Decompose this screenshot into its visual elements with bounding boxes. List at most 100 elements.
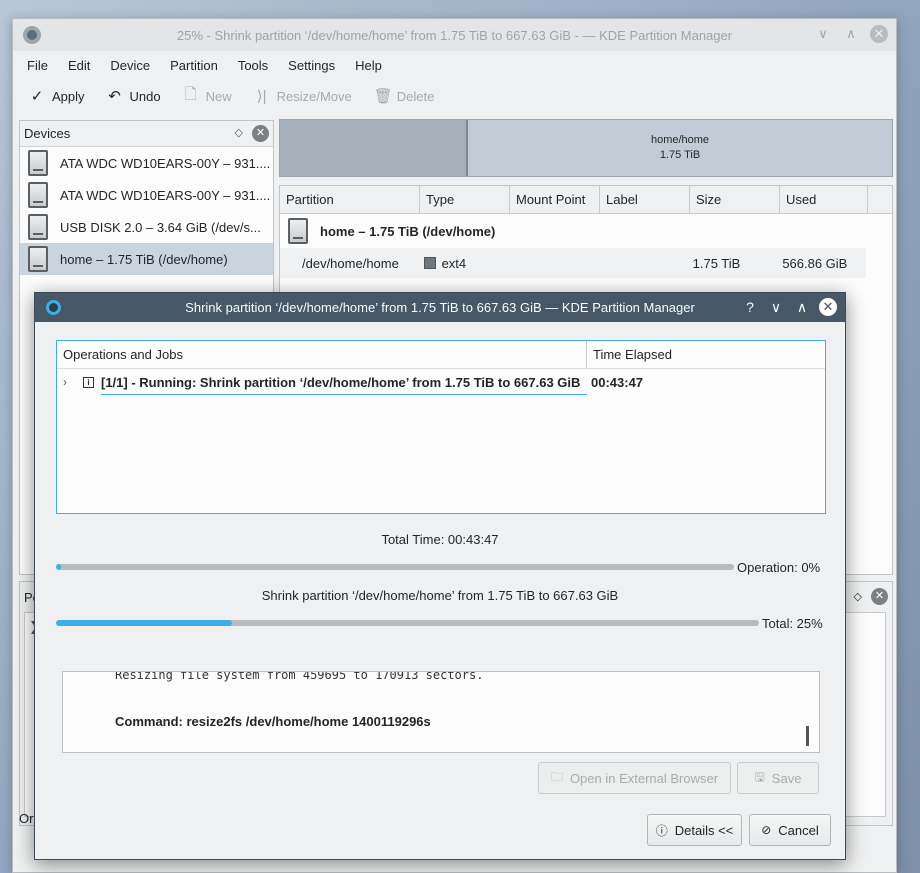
partition-table-row[interactable]: /dev/home/home ext4 1.75 TiB 566.86 GiB xyxy=(280,248,866,278)
cell-size: 1.75 TiB xyxy=(692,255,741,271)
undo-icon: ↶ xyxy=(108,88,121,105)
dialog-close-button[interactable]: ✕ xyxy=(819,298,837,316)
status-bar-text: Or xyxy=(19,811,34,826)
column-used[interactable]: Used xyxy=(780,186,868,213)
partition-table-header: Partition Type Mount Point Label Size Us… xyxy=(280,186,892,214)
cell-used: 566.86 GiB xyxy=(782,255,848,271)
menubar: File Edit Device Partition Tools Setting… xyxy=(13,51,896,79)
hard-disk-icon xyxy=(28,214,48,240)
save-icon: 🖫 xyxy=(754,769,765,784)
menu-settings[interactable]: Settings xyxy=(288,58,345,73)
cell-partition: /dev/home/home xyxy=(302,255,399,271)
new-document-icon: 🗋 xyxy=(184,85,197,103)
checkmark-icon: ✓ xyxy=(30,88,44,105)
column-label[interactable]: Label xyxy=(600,186,690,213)
dialog-maximize-button[interactable]: ∧ xyxy=(793,298,811,316)
total-progress-label: Total: 25% xyxy=(762,616,823,631)
partition-graph: home/home 1.75 TiB xyxy=(279,119,893,177)
close-window-button[interactable]: ✕ xyxy=(870,25,888,43)
progress-dialog: Shrink partition ‘/dev/home/home’ from 1… xyxy=(34,292,846,860)
resize-icon: ⟩| xyxy=(256,88,267,105)
main-titlebar[interactable]: 25% - Shrink partition ‘/dev/home/home’ … xyxy=(13,19,896,51)
jobs-tree-header: Operations and Jobs Time Elapsed xyxy=(57,341,825,369)
delete-label: Delete xyxy=(396,88,435,104)
details-button[interactable]: ⓘ Details << xyxy=(647,814,742,846)
open-in-browser-label: Open in External Browser xyxy=(569,770,719,786)
job-row[interactable]: › i [1/1] - Running: Shrink partition ‘/… xyxy=(57,369,825,397)
device-item[interactable]: ATA WDC WD10EARS-00Y – 931.... xyxy=(20,179,273,211)
apply-label: Apply xyxy=(52,88,85,104)
total-time-text: Total Time: 00:43:47 xyxy=(381,532,499,547)
cell-type: ext4 xyxy=(420,256,689,271)
column-partition[interactable]: Partition xyxy=(280,186,420,213)
open-in-browser-button[interactable]: 🗀 Open in External Browser xyxy=(538,762,731,794)
float-panel-icon[interactable]: ◇ xyxy=(854,590,862,603)
undo-label: Undo xyxy=(129,88,161,104)
log-line: Resizing file system from 459695 to 1709… xyxy=(115,671,484,682)
expand-chevron-icon[interactable]: › xyxy=(63,375,67,389)
folder-icon: 🗀 xyxy=(550,769,563,784)
new-button[interactable]: 🗋 New xyxy=(183,84,232,109)
device-label: home – 1.75 TiB (/dev/home) xyxy=(60,251,228,267)
cell-type-text: ext4 xyxy=(441,255,467,271)
device-row-label: home – 1.75 TiB (/dev/home) xyxy=(320,223,496,239)
resize-move-button[interactable]: ⟩| Resize/Move xyxy=(254,87,352,105)
menu-tools[interactable]: Tools xyxy=(238,58,278,73)
undo-button[interactable]: ↶ Undo xyxy=(107,87,161,105)
device-item-selected[interactable]: home – 1.75 TiB (/dev/home) xyxy=(20,243,273,275)
devices-panel-title: Devices xyxy=(24,126,71,141)
cancel-label: Cancel xyxy=(778,822,819,838)
device-label: USB DISK 2.0 – 3.64 GiB (/dev/s... xyxy=(60,219,261,235)
menu-device[interactable]: Device xyxy=(110,58,160,73)
delete-button[interactable]: 🗑 Delete xyxy=(374,87,435,105)
float-panel-icon[interactable]: ◇ xyxy=(235,126,243,139)
operation-progress-fill xyxy=(56,564,62,570)
hard-disk-icon xyxy=(28,150,48,176)
device-label: ATA WDC WD10EARS-00Y – 931.... xyxy=(60,155,271,171)
close-panel-icon[interactable]: ✕ xyxy=(252,125,269,142)
trash-icon: 🗑 xyxy=(373,88,393,105)
partition-graph-segment[interactable]: home/home 1.75 TiB xyxy=(468,120,892,176)
info-icon: ⓘ xyxy=(655,823,668,838)
save-button[interactable]: 🖫 Save xyxy=(737,762,819,794)
toolbar: ✓ Apply ↶ Undo 🗋 New ⟩| Resize/Move 🗑 De… xyxy=(13,79,896,113)
help-button[interactable]: ? xyxy=(741,298,759,316)
operation-progress-bar xyxy=(56,564,734,570)
cancel-button[interactable]: ⊘ Cancel xyxy=(749,814,831,846)
details-log-view[interactable]: Resizing file system from 459695 to 1709… xyxy=(62,671,820,753)
hard-disk-icon xyxy=(28,246,48,272)
hard-disk-icon xyxy=(288,218,308,244)
apply-button[interactable]: ✓ Apply xyxy=(29,87,85,105)
log-scrollbar[interactable] xyxy=(806,726,809,746)
column-mount-point[interactable]: Mount Point xyxy=(510,186,600,213)
minimize-button[interactable]: ∨ xyxy=(814,25,832,43)
dialog-title: Shrink partition ‘/dev/home/home’ from 1… xyxy=(185,300,695,315)
column-operations-jobs[interactable]: Operations and Jobs xyxy=(57,341,587,368)
column-time-elapsed[interactable]: Time Elapsed xyxy=(587,341,672,368)
job-time-elapsed: 00:43:47 xyxy=(591,375,644,390)
maximize-button[interactable]: ∧ xyxy=(842,25,860,43)
cancel-icon: ⊘ xyxy=(761,823,772,837)
column-size[interactable]: Size xyxy=(690,186,780,213)
filesystem-color-swatch xyxy=(423,256,436,269)
menu-help[interactable]: Help xyxy=(355,58,392,73)
device-item[interactable]: ATA WDC WD10EARS-00Y – 931.... xyxy=(20,147,273,179)
menu-edit[interactable]: Edit xyxy=(68,58,100,73)
device-item[interactable]: USB DISK 2.0 – 3.64 GiB (/dev/s... xyxy=(20,211,273,243)
close-panel-icon[interactable]: ✕ xyxy=(871,588,888,605)
save-label: Save xyxy=(771,770,802,786)
total-progress-bar xyxy=(56,620,759,626)
operations-jobs-tree: Operations and Jobs Time Elapsed › i [1/… xyxy=(56,340,826,514)
menu-file[interactable]: File xyxy=(27,58,58,73)
new-label: New xyxy=(205,88,232,104)
partition-graph-name: home/home xyxy=(650,134,710,146)
operation-progress-label: Operation: 0% xyxy=(737,560,821,575)
column-type[interactable]: Type xyxy=(420,186,510,213)
menu-partition[interactable]: Partition xyxy=(170,58,228,73)
resize-move-label: Resize/Move xyxy=(276,88,352,104)
partition-graph-size: 1.75 TiB xyxy=(659,149,701,161)
device-table-row[interactable]: home – 1.75 TiB (/dev/home) xyxy=(280,214,892,248)
partition-graph-used-segment[interactable] xyxy=(280,120,468,176)
dialog-minimize-button[interactable]: ∨ xyxy=(767,298,785,316)
dialog-titlebar[interactable]: Shrink partition ‘/dev/home/home’ from 1… xyxy=(35,293,845,322)
